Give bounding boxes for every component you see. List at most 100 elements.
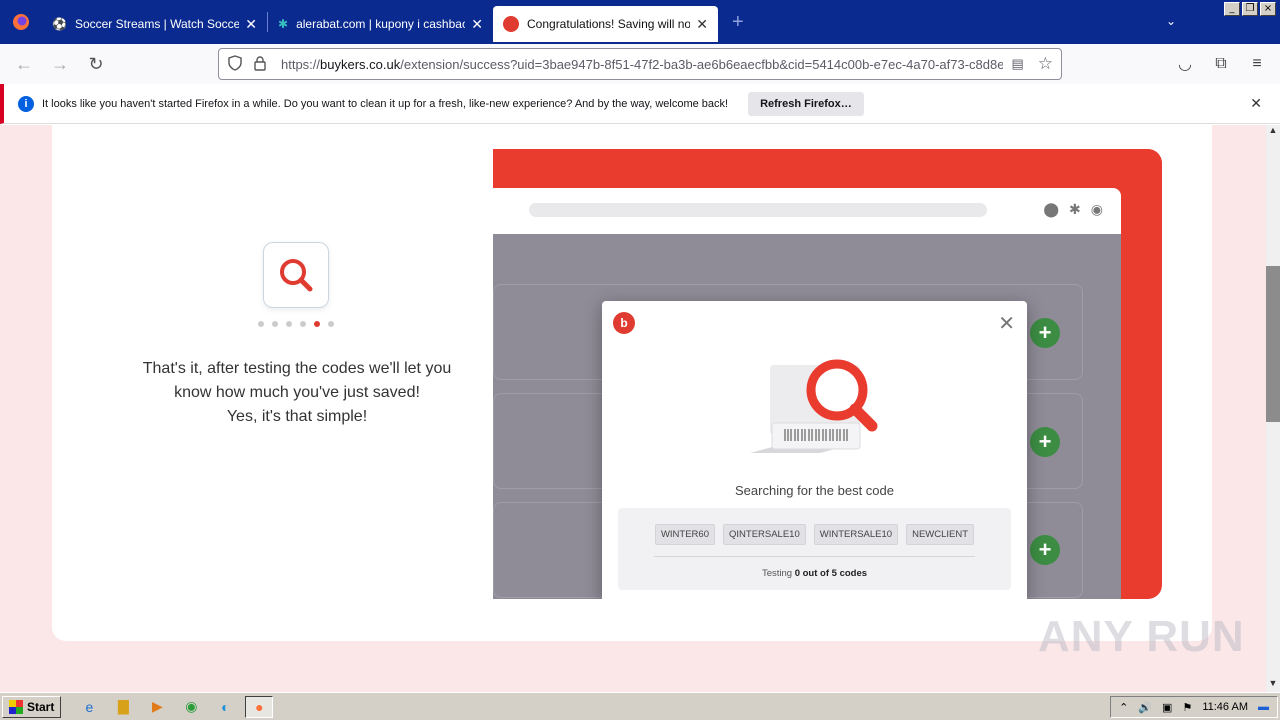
scroll-up-arrow-icon[interactable]: ▲	[1266, 125, 1280, 139]
step-indicator	[258, 321, 334, 327]
code-chip: WINTERSALE10	[813, 524, 899, 545]
tab-strip: ⚽ Soccer Streams | Watch Soccer Or ✕ ✱ a…	[0, 0, 1280, 44]
step-dot[interactable]	[272, 321, 278, 327]
mock-url-bar	[529, 203, 987, 217]
back-arrow-icon[interactable]: ←	[6, 48, 42, 80]
close-tab-icon[interactable]: ✕	[245, 16, 257, 33]
anyrun-watermark: ANY RUN	[1038, 612, 1245, 661]
file-explorer-icon[interactable]: ▇	[109, 696, 137, 718]
forward-arrow-icon[interactable]: →	[42, 48, 78, 80]
progress-track	[654, 556, 975, 557]
step-dot[interactable]	[300, 321, 306, 327]
mock-toolbar: ⬤ ✱ ◉	[493, 188, 1121, 234]
tab-alerabat[interactable]: ✱ alerabat.com | kupony i cashback ✕	[268, 6, 493, 42]
scroll-thumb[interactable]	[1266, 266, 1280, 422]
buykers-logo-icon: b	[613, 312, 635, 334]
mock-add-icon: +	[1030, 535, 1060, 565]
close-notification-icon[interactable]: ✕	[1250, 95, 1262, 112]
vertical-scrollbar[interactable]: ▲ ▼	[1266, 125, 1280, 692]
url-path: /extension/success?uid=3bae947b-8f51-47f…	[400, 56, 1004, 72]
step-dot-active[interactable]	[314, 321, 320, 327]
testing-count: 0 out of 5 codes	[794, 568, 868, 579]
reader-view-icon[interactable]: ▤	[1011, 56, 1023, 72]
start-label: Start	[27, 699, 55, 714]
toolbar-right: ◡ ⧉ ≡	[1172, 48, 1270, 80]
search-step-tile	[263, 242, 329, 308]
window-controls: _ ❐ ×	[1224, 2, 1276, 16]
page-viewport: That's it, after testing the codes we'll…	[0, 125, 1266, 692]
soccer-ball-icon: ⚽	[52, 17, 67, 31]
modal-close-icon[interactable]: ✕	[998, 311, 1015, 336]
minimize-button[interactable]: _	[1224, 2, 1240, 16]
refresh-firefox-notification: i It looks like you haven't started Fire…	[0, 84, 1280, 124]
new-tab-button[interactable]: +	[732, 11, 744, 34]
mock-profile-icon: ◉	[1090, 201, 1103, 217]
chrome-icon[interactable]: ◉	[177, 696, 205, 718]
refresh-firefox-button[interactable]: Refresh Firefox…	[748, 91, 864, 116]
coupon-search-illustration	[750, 359, 878, 453]
restore-button[interactable]: ❐	[1242, 2, 1258, 16]
mock-puzzle-icon: ✱	[1069, 201, 1081, 217]
list-all-tabs-icon[interactable]: ⌄	[1166, 14, 1176, 28]
code-chip: WINTER60	[654, 524, 715, 545]
close-tab-icon[interactable]: ✕	[696, 16, 708, 33]
alerabat-icon: ✱	[278, 17, 289, 31]
close-window-button[interactable]: ×	[1260, 2, 1276, 16]
tracking-protection-shield-icon[interactable]	[227, 54, 243, 74]
extensions-puzzle-icon[interactable]: ⧉	[1208, 48, 1234, 80]
url-text[interactable]: https://buykers.co.uk/extension/success?…	[281, 57, 1003, 72]
codes-panel: WINTER60 QINTERSALE10 WINTERSALE10 NEWCL…	[618, 508, 1011, 590]
code-chip-list: WINTER60 QINTERSALE10 WINTERSALE10 NEWCL…	[618, 524, 1011, 545]
start-button[interactable]: Start	[2, 695, 62, 718]
tab-title: alerabat.com | kupony i cashback	[296, 17, 466, 31]
quick-launch: e ▇ ▶ ◉ ◐ ●	[75, 695, 274, 718]
tab-soccer-streams[interactable]: ⚽ Soccer Streams | Watch Soccer Or ✕	[42, 6, 267, 42]
edge-icon[interactable]: ◐	[211, 696, 239, 718]
tab-title: Soccer Streams | Watch Soccer Or	[74, 17, 240, 31]
content-card: That's it, after testing the codes we'll…	[52, 125, 1212, 641]
network-icon[interactable]: ▣	[1162, 701, 1172, 714]
notification-message: It looks like you haven't started Firefo…	[42, 97, 729, 110]
code-search-modal: b ✕ Searching for the best code WINTER60…	[602, 301, 1027, 599]
magnifier-icon	[280, 259, 313, 292]
scroll-down-arrow-icon[interactable]: ▼	[1266, 678, 1280, 692]
step-dot[interactable]	[328, 321, 334, 327]
step-dot[interactable]	[286, 321, 292, 327]
navigation-toolbar: ← → ↻ https://buykers.co.uk/extension/su…	[0, 44, 1280, 84]
code-chip: NEWCLIENT	[906, 524, 975, 545]
action-center-flag-icon[interactable]: ⚑	[1182, 701, 1192, 714]
info-icon: i	[18, 95, 34, 112]
tab-title: Congratulations! Saving will now b	[527, 17, 691, 31]
url-bar[interactable]: https://buykers.co.uk/extension/success?…	[218, 48, 1062, 80]
show-hidden-icons-icon[interactable]: ⌃	[1119, 701, 1128, 714]
windows-taskbar: Start e ▇ ▶ ◉ ◐ ● ⌃ 🔊 ▣ ⚑ 11:46 AM ▬	[0, 692, 1280, 720]
mock-toolbar-icons: ⬤ ✱ ◉	[1043, 201, 1103, 218]
url-host: buykers.co.uk	[320, 56, 401, 72]
volume-icon[interactable]: 🔊	[1138, 701, 1152, 714]
description-line: That's it, after testing the codes we'll…	[142, 360, 452, 377]
bookmark-star-icon[interactable]: ☆	[1038, 54, 1053, 74]
show-desktop-icon[interactable]: ▬	[1258, 701, 1269, 713]
searching-label: Searching for the best code	[735, 483, 894, 498]
lock-icon[interactable]	[253, 55, 267, 74]
internet-explorer-icon[interactable]: e	[75, 696, 103, 718]
hamburger-menu-icon[interactable]: ≡	[1244, 48, 1270, 80]
step-dot[interactable]	[258, 321, 264, 327]
buykers-icon	[503, 16, 519, 32]
media-player-icon[interactable]: ▶	[143, 696, 171, 718]
mock-add-icon: +	[1030, 318, 1060, 348]
firefox-taskbar-icon[interactable]: ●	[245, 695, 274, 718]
mock-extension-icon: ⬤	[1043, 201, 1060, 217]
windows-logo-icon	[9, 699, 23, 714]
reload-icon[interactable]: ↻	[78, 48, 114, 80]
mock-add-icon: +	[1030, 427, 1060, 457]
mock-browser-window: ⬤ ✱ ◉ + + + b ✕ Searching for the best c…	[493, 188, 1121, 599]
clock[interactable]: 11:46 AM	[1202, 701, 1248, 713]
firefox-menu-icon[interactable]	[0, 0, 42, 44]
tab-congratulations[interactable]: Congratulations! Saving will now b ✕	[493, 6, 718, 42]
pocket-icon[interactable]: ◡	[1172, 48, 1198, 80]
hero-illustration: ⬤ ✱ ◉ + + + b ✕ Searching for the best c…	[493, 149, 1162, 599]
description-line: know how much you've just saved!	[174, 384, 420, 401]
close-tab-icon[interactable]: ✕	[471, 16, 483, 33]
system-tray: ⌃ 🔊 ▣ ⚑ 11:46 AM ▬	[1110, 696, 1278, 718]
